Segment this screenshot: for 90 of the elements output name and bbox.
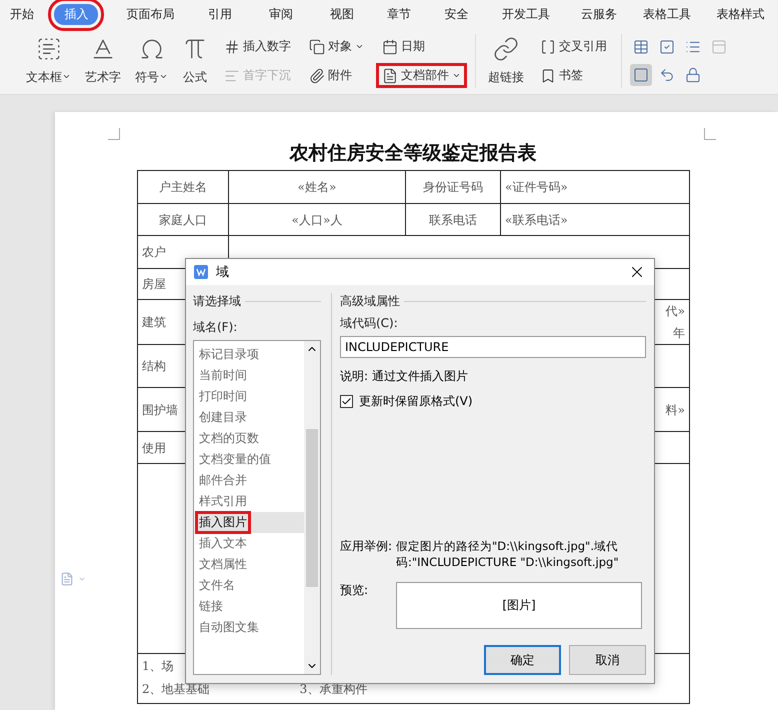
- list-item[interactable]: 文档属性: [197, 554, 304, 575]
- description-text: 说明: 通过文件插入图片: [340, 368, 469, 385]
- ribbon-button[interactable]: 艺术字: [81, 34, 125, 88]
- list-item[interactable]: 标记目录项: [197, 344, 304, 365]
- table-cell-text: 户主姓名: [159, 179, 207, 196]
- list-item[interactable]: 文档变量的值: [197, 449, 304, 470]
- menu-tab[interactable]: 开始: [0, 4, 44, 24]
- menu-tab[interactable]: 云服务: [570, 4, 627, 24]
- ribbon-button[interactable]: 超链接: [484, 34, 528, 88]
- table-cell-text: 建筑: [142, 314, 166, 331]
- table-cell-text: 房屋: [142, 276, 166, 293]
- scrollbar[interactable]: [304, 341, 320, 674]
- section-heading: 高级域属性: [340, 292, 400, 310]
- cancel-button[interactable]: 取消: [569, 645, 646, 675]
- caret-icon: [159, 72, 168, 81]
- table-cell-text: 身份证号码: [423, 179, 483, 196]
- menu-tab[interactable]: 安全: [434, 4, 478, 24]
- list-item[interactable]: 自动图文集: [197, 617, 304, 638]
- example-label: 应用举例:: [340, 538, 392, 555]
- ribbon-button[interactable]: 插入数字: [218, 34, 297, 59]
- menu-tab[interactable]: 审阅: [259, 4, 304, 24]
- ribbon-button[interactable]: 对象: [303, 34, 370, 59]
- field-label: 域代码(C):: [340, 315, 399, 332]
- list-item[interactable]: 当前时间: [197, 365, 304, 386]
- table-cell-text: 家庭人口: [159, 212, 207, 228]
- brackets-icon: [540, 38, 556, 54]
- menu-tab[interactable]: 表格工具: [632, 4, 701, 24]
- list-item[interactable]: 打印时间: [197, 386, 304, 407]
- ok-button[interactable]: 确定: [484, 645, 561, 675]
- document-title: 农村住房安全等级鉴定报告表: [288, 141, 538, 166]
- list-label: 域名(F):: [193, 319, 238, 336]
- section-heading: 请选择域: [193, 292, 241, 310]
- table-cell-text: «证件号码»: [505, 179, 568, 196]
- ribbon-button[interactable]: 文档部件: [376, 63, 467, 88]
- ribbon-button[interactable]: 符号: [131, 34, 172, 88]
- table-cell-text: 代» 年: [666, 303, 685, 342]
- menu-tab[interactable]: 章节: [377, 4, 422, 24]
- table-cell-text: 围护墙: [142, 402, 178, 418]
- list-item[interactable]: 样式引用: [197, 491, 304, 512]
- table-cell-text: 使用: [142, 440, 166, 456]
- table-cell-text: 料»: [666, 402, 685, 418]
- menu-tab[interactable]: 视图: [320, 4, 364, 24]
- document-icon: [382, 68, 398, 84]
- ribbon-button[interactable]: 文本框: [22, 34, 75, 88]
- table-cell-text: 结构: [142, 358, 166, 375]
- caret-icon: [62, 72, 71, 81]
- dialog-title: 域: [216, 264, 230, 281]
- table-cell-text: 2、地基基础: [142, 681, 210, 698]
- menu-tab[interactable]: 开发工具: [492, 4, 560, 24]
- list-item[interactable]: 创建目录: [197, 407, 304, 428]
- list-item[interactable]: 链接: [197, 596, 304, 617]
- preview-box: [图片]: [396, 582, 642, 629]
- frame-icon[interactable]: [630, 64, 652, 86]
- ribbon-button[interactable]: 书签: [534, 63, 613, 88]
- list-item[interactable]: 文档的页数: [197, 428, 304, 449]
- copy-icon: [309, 38, 325, 54]
- keep-format-checkbox[interactable]: 更新时保留原格式(V): [340, 393, 646, 410]
- ribbon-button[interactable]: 交叉引用: [534, 34, 613, 59]
- table-cell-text: 1、场: [142, 659, 174, 673]
- table-cell-text: «联系电话»: [505, 212, 568, 228]
- ribbon-button[interactable]: 公式: [178, 34, 212, 88]
- example-text: 假定图片的路径为"D:\\kingsoft.jpg".域代码:"INCLUDEPICTURE "D:\\kingsoft.jpg": [396, 538, 620, 570]
- caret-icon: [355, 42, 364, 51]
- calendar-icon: [382, 38, 398, 54]
- app-icon: [194, 265, 208, 279]
- ribbon-button[interactable]: 附件: [303, 63, 370, 88]
- code-field[interactable]: INCLUDEPICTURE: [340, 336, 646, 358]
- menu-tab[interactable]: 表格样式: [706, 4, 775, 24]
- list-item[interactable]: 插入图片: [197, 512, 304, 533]
- menu-tab[interactable]: 插入: [54, 4, 98, 24]
- table-cell-text: «人口»人: [292, 212, 342, 228]
- text-box-icon: [36, 36, 62, 62]
- check-icon: [340, 396, 352, 407]
- table-cell-text: 联系电话: [429, 212, 477, 228]
- hash-icon: [224, 38, 240, 54]
- table-cell-text: 农户: [142, 244, 166, 261]
- list-item[interactable]: 插入文本: [197, 533, 304, 554]
- list-item[interactable]: 邮件合并: [197, 470, 304, 491]
- menu-tab[interactable]: 引用: [198, 4, 242, 24]
- ribbon-button[interactable]: 日期: [376, 34, 467, 59]
- preview-label: 预览:: [340, 582, 368, 599]
- link-icon: [493, 36, 519, 62]
- corner-mark: [108, 128, 120, 140]
- list-item[interactable]: 文件名: [197, 575, 304, 596]
- table-cell-text: «姓名»: [298, 179, 336, 196]
- paperclip-icon: [309, 68, 325, 84]
- menu-tab[interactable]: 页面布局: [116, 4, 184, 24]
- corner-mark: [704, 128, 716, 140]
- caret-icon: [452, 71, 461, 80]
- bookmark-icon: [540, 68, 556, 84]
